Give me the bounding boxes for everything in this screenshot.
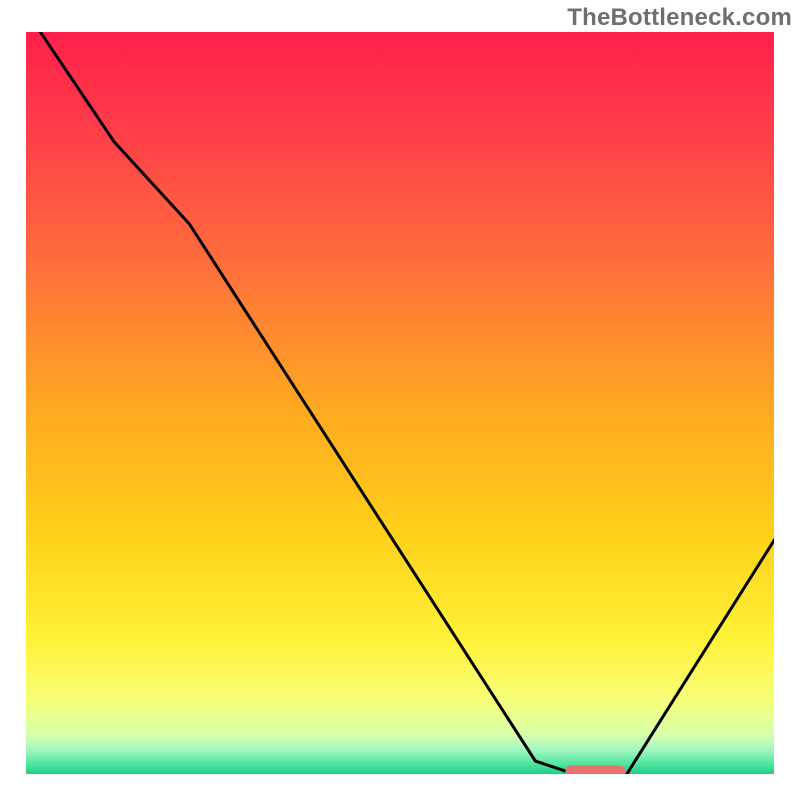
chart-svg (0, 0, 800, 800)
chart-stage: TheBottleneck.com (0, 0, 800, 800)
watermark-text: TheBottleneck.com (567, 4, 792, 32)
gradient-background (24, 30, 776, 776)
